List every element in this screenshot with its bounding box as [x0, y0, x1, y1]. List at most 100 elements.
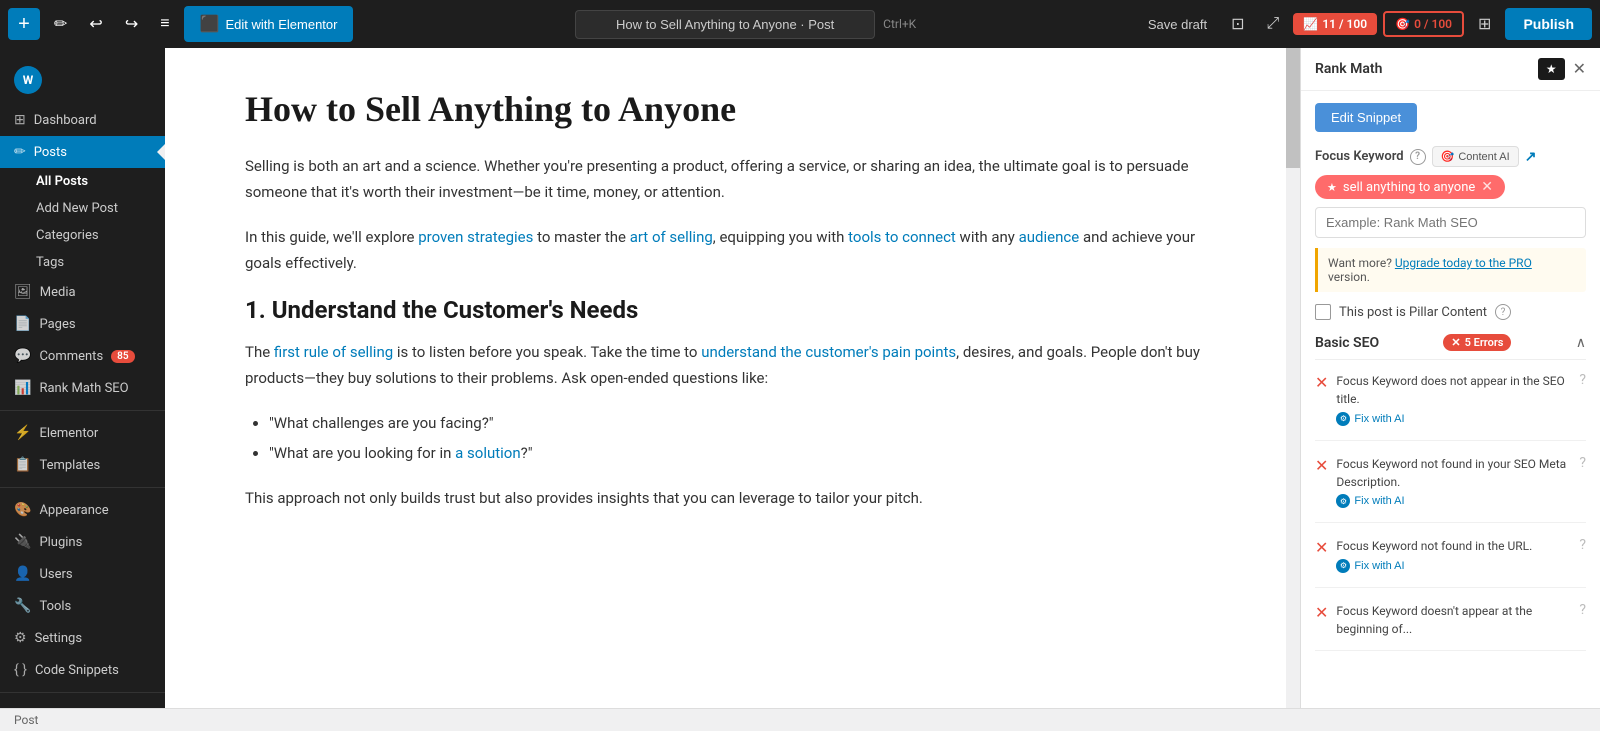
- post-section-1-end: This approach not only builds trust but …: [245, 486, 1220, 512]
- seo-error-2: ✕ Focus Keyword not found in your SEO Me…: [1315, 455, 1586, 524]
- keyword-tag-text: sell anything to anyone: [1343, 180, 1475, 195]
- sidebar-item-users[interactable]: 👤 Users: [0, 558, 165, 590]
- errors-badge: ✕ 5 Errors: [1443, 334, 1511, 351]
- edit-with-elementor-button[interactable]: ⬛ Edit with Elementor: [184, 6, 354, 42]
- collapse-menu-button[interactable]: ◀ Collapse menu: [0, 699, 165, 708]
- sidebar-divider-2: [0, 487, 165, 488]
- sidebar-divider-3: [0, 692, 165, 693]
- pillar-checkbox[interactable]: [1315, 304, 1331, 320]
- error-help-icon-2[interactable]: ?: [1579, 455, 1586, 471]
- upgrade-notice: Want more? Upgrade today to the PRO vers…: [1315, 248, 1586, 292]
- keyword-input[interactable]: [1315, 207, 1586, 238]
- fullscreen-button[interactable]: ⤢: [1259, 9, 1288, 39]
- tools-icon: 🔧: [14, 598, 31, 614]
- edit-snippet-button[interactable]: Edit Snippet: [1315, 103, 1417, 132]
- comments-badge: 85: [111, 350, 134, 363]
- sidebar-item-plugins[interactable]: 🔌 Plugins: [0, 526, 165, 558]
- pencil-button[interactable]: ✏: [46, 8, 75, 40]
- fix-ai-button-2[interactable]: ⚙ Fix with AI: [1336, 492, 1404, 510]
- redo-button[interactable]: ↪: [117, 8, 146, 40]
- error-help-icon-4[interactable]: ?: [1579, 602, 1586, 618]
- sidebar-item-appearance[interactable]: 🎨 Appearance: [0, 494, 165, 526]
- comments-icon: 💬: [14, 348, 31, 364]
- content-score-badge[interactable]: 🎯 0 / 100: [1383, 11, 1464, 37]
- posts-icon: ✏: [14, 144, 26, 160]
- sidebar-item-add-new-post[interactable]: Add New Post: [0, 195, 165, 222]
- panel-title: Rank Math: [1315, 61, 1530, 77]
- content-ai-button[interactable]: 🎯 Content AI: [1432, 146, 1519, 167]
- seo-score-badge[interactable]: 📈 11 / 100: [1293, 13, 1377, 35]
- post-title-input[interactable]: [575, 10, 875, 39]
- focus-keyword-section: Focus Keyword ? 🎯 Content AI ↗: [1315, 146, 1586, 167]
- plugins-icon: 🔌: [14, 534, 31, 550]
- fix-ai-button-1[interactable]: ⚙ Fix with AI: [1336, 410, 1404, 428]
- status-bar: Post: [0, 708, 1600, 731]
- upgrade-link[interactable]: Upgrade today to the PRO: [1395, 256, 1532, 270]
- post-section-1-title: 1. Understand the Customer's Needs: [245, 296, 1220, 324]
- undo-button[interactable]: ↩: [81, 8, 110, 40]
- publish-button[interactable]: Publish: [1505, 8, 1592, 40]
- rank-math-icon: 📊: [14, 380, 31, 396]
- error-icon-2: ✕: [1315, 456, 1328, 475]
- seo-error-1: ✕ Focus Keyword does not appear in the S…: [1315, 372, 1586, 441]
- sidebar-item-elementor[interactable]: ⚡ Elementor: [0, 417, 165, 449]
- sidebar-item-all-posts[interactable]: All Posts: [0, 168, 165, 195]
- keyword-tag-wrapper: ★ sell anything to anyone ✕: [1315, 175, 1586, 207]
- fix-ai-icon-2: ⚙: [1336, 494, 1350, 508]
- error-text-1: Focus Keyword does not appear in the SEO…: [1336, 372, 1571, 428]
- fix-ai-button-3[interactable]: ⚙ Fix with AI: [1336, 557, 1404, 575]
- post-bullet-2: "What are you looking for in a solution?…: [269, 441, 1220, 467]
- sidebar-item-code-snippets[interactable]: { } Code Snippets: [0, 654, 165, 686]
- top-toolbar: + ✏ ↩ ↪ ≡ ⬛ Edit with Elementor Ctrl+K S…: [0, 0, 1600, 48]
- save-draft-button[interactable]: Save draft: [1138, 11, 1217, 38]
- site-logo[interactable]: W: [0, 56, 165, 104]
- error-help-icon-1[interactable]: ?: [1579, 372, 1586, 388]
- error-help-icon-3[interactable]: ?: [1579, 537, 1586, 553]
- preview-button[interactable]: ⊡: [1223, 8, 1252, 40]
- upgrade-text: Want more?: [1328, 256, 1392, 270]
- pillar-help-icon[interactable]: ?: [1495, 304, 1511, 320]
- sidebar-item-tags[interactable]: Tags: [0, 249, 165, 276]
- focus-keyword-help-icon[interactable]: ?: [1410, 149, 1426, 165]
- elementor-icon: ⚡: [14, 425, 31, 441]
- post-bullets: "What challenges are you facing?" "What …: [245, 411, 1220, 466]
- sidebar-item-categories[interactable]: Categories: [0, 222, 165, 249]
- focus-keyword-label: Focus Keyword: [1315, 149, 1404, 164]
- error-icon-3: ✕: [1315, 538, 1328, 557]
- sidebar-item-settings[interactable]: ⚙ Settings: [0, 622, 165, 654]
- scrollbar-thumb[interactable]: [1286, 48, 1300, 168]
- panel-body: Edit Snippet Focus Keyword ? 🎯 Content A…: [1301, 91, 1600, 708]
- post-content-area[interactable]: How to Sell Anything to Anyone Selling i…: [165, 48, 1300, 708]
- seo-error-3: ✕ Focus Keyword not found in the URL. ⚙ …: [1315, 537, 1586, 588]
- content-ai-icon: 🎯: [1441, 150, 1455, 163]
- settings-panel-button[interactable]: ⊞: [1470, 8, 1499, 40]
- list-view-button[interactable]: ≡: [152, 9, 177, 39]
- sidebar-item-dashboard[interactable]: ⊞ Dashboard: [0, 104, 165, 136]
- panel-star-button[interactable]: ★: [1538, 58, 1565, 80]
- shortcut-hint: Ctrl+K: [883, 17, 916, 31]
- trend-icon[interactable]: ↗: [1525, 149, 1537, 165]
- scrollbar-track[interactable]: [1286, 48, 1300, 708]
- keyword-star-icon: ★: [1327, 181, 1337, 194]
- post-bullet-1: "What challenges are you facing?": [269, 411, 1220, 437]
- elementor-icon: ⬛: [200, 14, 220, 34]
- sidebar-item-pages[interactable]: 📄 Pages: [0, 308, 165, 340]
- sidebar-item-posts[interactable]: ✏ Posts: [0, 136, 165, 168]
- sidebar: W ⊞ Dashboard ✏ Posts All Posts Add New …: [0, 48, 165, 708]
- panel-close-button[interactable]: ✕: [1573, 59, 1586, 79]
- sidebar-item-rank-math[interactable]: 📊 Rank Math SEO: [0, 372, 165, 404]
- status-label: Post: [14, 713, 38, 727]
- error-text-3: Focus Keyword not found in the URL. ⚙ Fi…: [1336, 537, 1571, 575]
- collapse-chevron-icon[interactable]: ∧: [1576, 335, 1586, 351]
- post-paragraph-2: In this guide, we'll explore proven stra…: [245, 225, 1220, 276]
- sidebar-item-tools[interactable]: 🔧 Tools: [0, 590, 165, 622]
- code-snippets-icon: { }: [14, 662, 27, 678]
- error-icon-1: ✕: [1315, 373, 1328, 392]
- panel-header: Rank Math ★ ✕: [1301, 48, 1600, 91]
- templates-icon: 📋: [14, 457, 31, 473]
- sidebar-item-media[interactable]: 🖼 Media: [0, 276, 165, 308]
- sidebar-item-templates[interactable]: 📋 Templates: [0, 449, 165, 481]
- keyword-remove-button[interactable]: ✕: [1481, 179, 1493, 195]
- sidebar-item-comments[interactable]: 💬 Comments 85: [0, 340, 165, 372]
- add-button[interactable]: +: [8, 8, 40, 40]
